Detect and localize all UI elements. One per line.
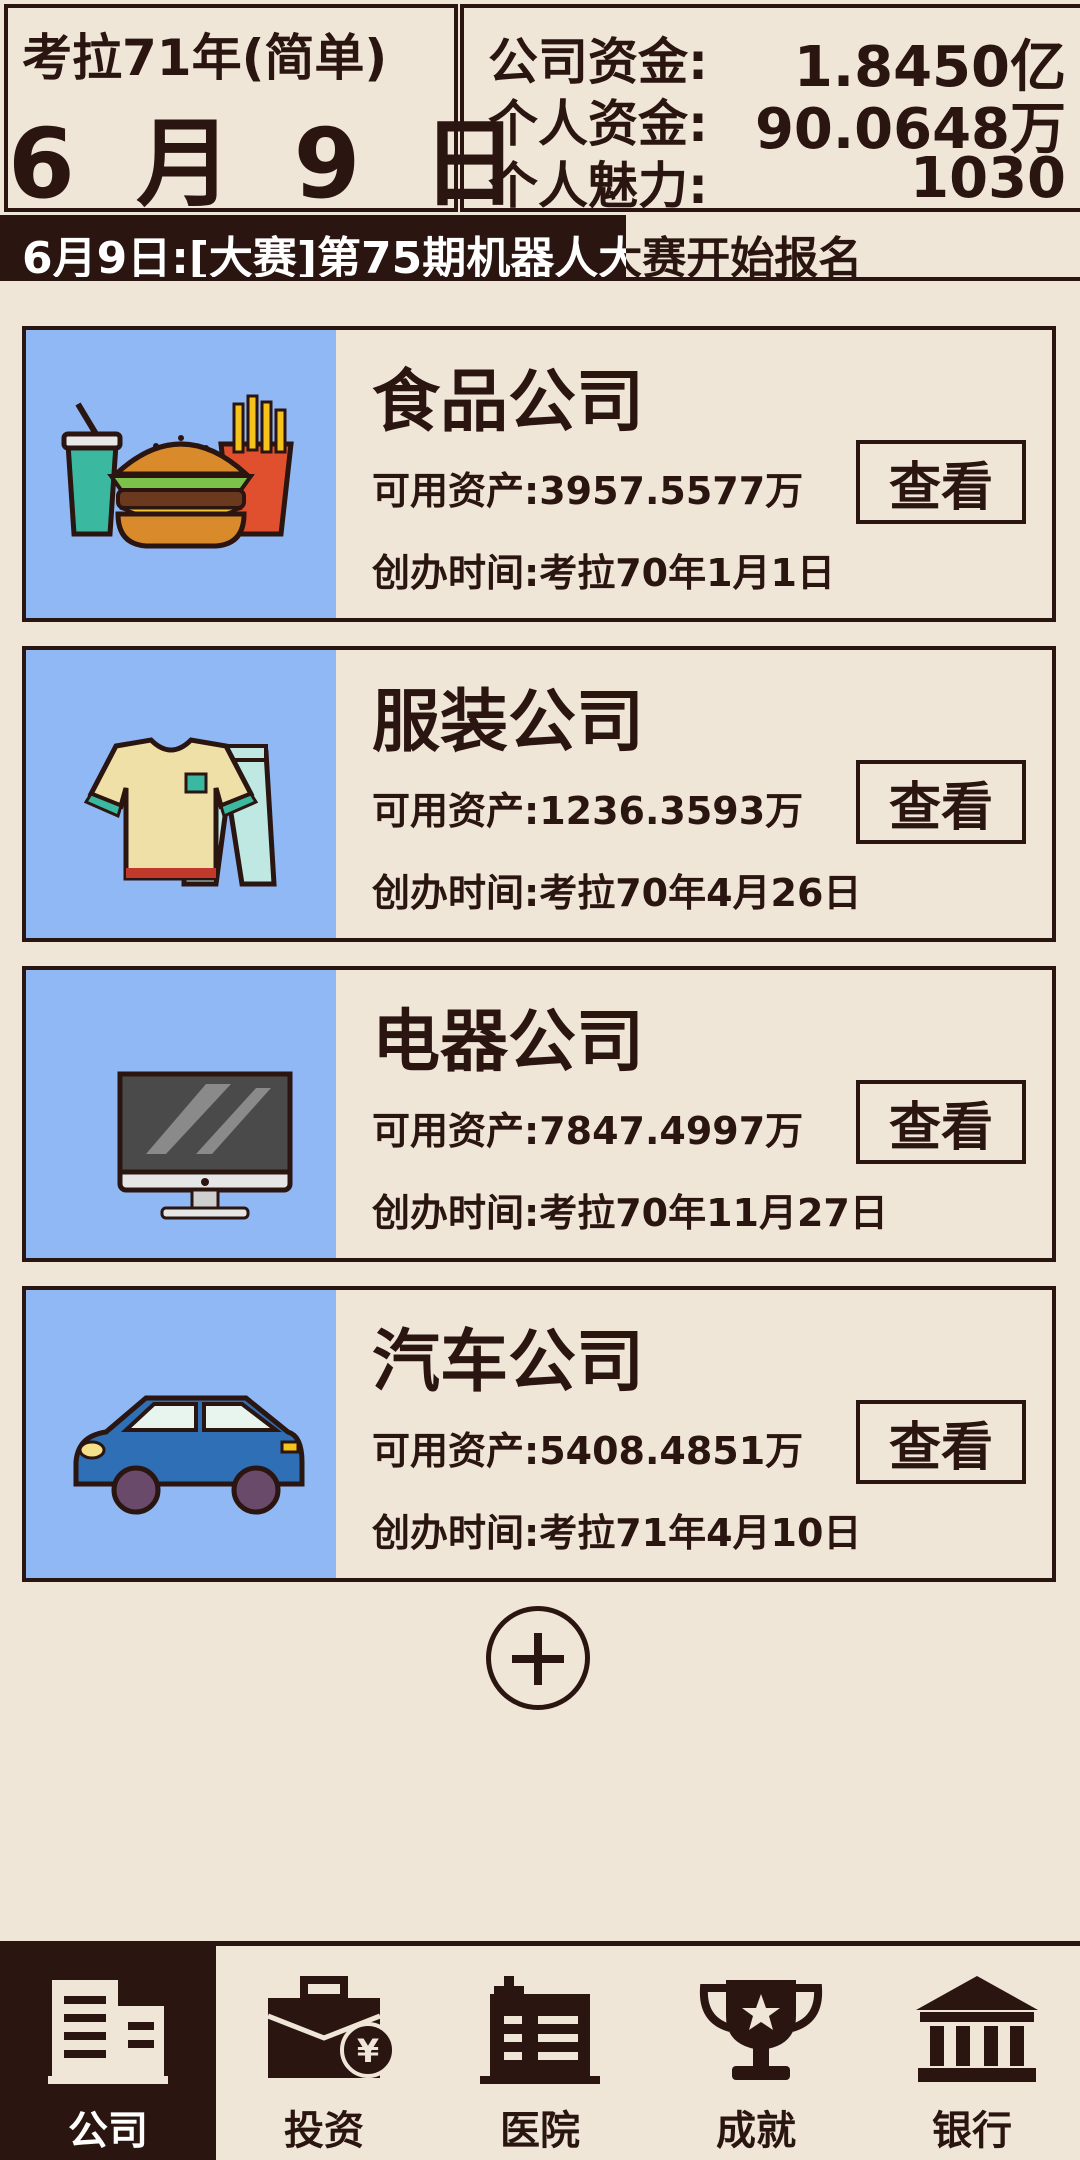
company-card-electronics[interactable]: 电器公司 可用资产:7847.4997万 创办时间:考拉70年11月27日 查看	[22, 966, 1056, 1262]
bottom-nav: 公司 ¥ 投资 医院 成就 银行	[0, 1941, 1080, 2160]
news-ticker[interactable]: 6月9日:[大赛]第75期机器人大赛开始报名	[0, 215, 1080, 281]
company-founded-date: 创办时间:考拉71年4月10日	[372, 1511, 862, 1555]
company-funds-row: 公司资金: 1.8450亿	[488, 22, 1066, 100]
nav-label: 银行	[932, 2108, 1012, 2154]
funds-panel: 公司资金: 1.8450亿 个人资金: 90.0648万 个人魅力: 1030	[460, 4, 1080, 215]
charisma-value: 1030	[910, 146, 1066, 211]
header: 考拉71年(简单) 6 月 9 日 公司资金: 1.8450亿 个人资金: 90…	[0, 0, 1080, 220]
personal-funds-row: 个人资金: 90.0648万	[488, 84, 1066, 162]
hospital-icon	[480, 1976, 600, 2084]
car-icon	[73, 1395, 305, 1515]
company-card-clothing[interactable]: 服装公司 可用资产:1236.3593万 创办时间:考拉70年4月26日 查看	[22, 646, 1056, 942]
trophy-icon	[699, 1980, 823, 2080]
bank-icon	[916, 1976, 1038, 2082]
add-company-button[interactable]	[486, 1606, 590, 1710]
briefcase-yen-icon: ¥	[267, 1976, 394, 2078]
company-founded-date: 创办时间:考拉70年4月26日	[372, 871, 862, 915]
company-card-automobile[interactable]: 汽车公司 可用资产:5408.4851万 创办时间:考拉71年4月10日 查看	[22, 1286, 1056, 1582]
company-image	[26, 330, 336, 618]
nav-item-company[interactable]: 公司	[0, 1946, 216, 2160]
nav-item-bank[interactable]: 银行	[864, 1946, 1080, 2160]
company-assets: 可用资产:7847.4997万	[372, 1109, 804, 1153]
company-assets: 可用资产:1236.3593万	[372, 789, 804, 833]
year-mode-label: 考拉71年(简单)	[22, 29, 388, 87]
ticker-text: 6月9日:[大赛]第75期机器人大赛开始报名	[22, 222, 862, 277]
nav-label: 投资	[284, 2108, 364, 2154]
company-image	[26, 650, 336, 938]
view-button[interactable]: 查看	[856, 440, 1026, 524]
company-assets: 可用资产:3957.5577万	[372, 469, 804, 513]
company-name: 汽车公司	[372, 1323, 645, 1402]
nav-item-hospital[interactable]: 医院	[432, 1946, 648, 2160]
plus-icon	[534, 1633, 542, 1685]
fast-food-icon	[61, 394, 294, 549]
view-button[interactable]: 查看	[856, 1400, 1026, 1484]
company-card-food[interactable]: 食品公司 可用资产:3957.5577万 创办时间:考拉70年1月1日 查看	[22, 326, 1056, 622]
svg-text:¥: ¥	[357, 2032, 379, 2070]
view-button[interactable]: 查看	[856, 760, 1026, 844]
company-image	[26, 1290, 336, 1578]
company-founded-date: 创办时间:考拉70年1月1日	[372, 551, 835, 595]
company-name: 食品公司	[372, 363, 645, 442]
charisma-row: 个人魅力: 1030	[488, 146, 1066, 215]
company-image	[26, 970, 336, 1258]
clothing-icon	[83, 737, 277, 887]
view-button[interactable]: 查看	[856, 1080, 1026, 1164]
company-assets: 可用资产:5408.4851万	[372, 1429, 804, 1473]
company-founded-date: 创办时间:考拉70年11月27日	[372, 1191, 888, 1235]
nav-label: 公司	[68, 2108, 148, 2154]
nav-item-achievements[interactable]: 成就	[648, 1946, 864, 2160]
company-name: 服装公司	[372, 683, 645, 762]
date-panel: 考拉71年(简单) 6 月 9 日	[4, 4, 518, 220]
nav-item-invest[interactable]: ¥ 投资	[216, 1946, 432, 2160]
nav-label: 医院	[500, 2108, 580, 2154]
monitor-icon	[117, 1071, 293, 1220]
current-date: 6 月 9 日	[8, 108, 532, 220]
company-name: 电器公司	[372, 1003, 645, 1082]
charisma-label: 个人魅力:	[488, 157, 708, 215]
nav-label: 成就	[716, 2108, 796, 2154]
office-building-icon	[48, 1980, 168, 2084]
